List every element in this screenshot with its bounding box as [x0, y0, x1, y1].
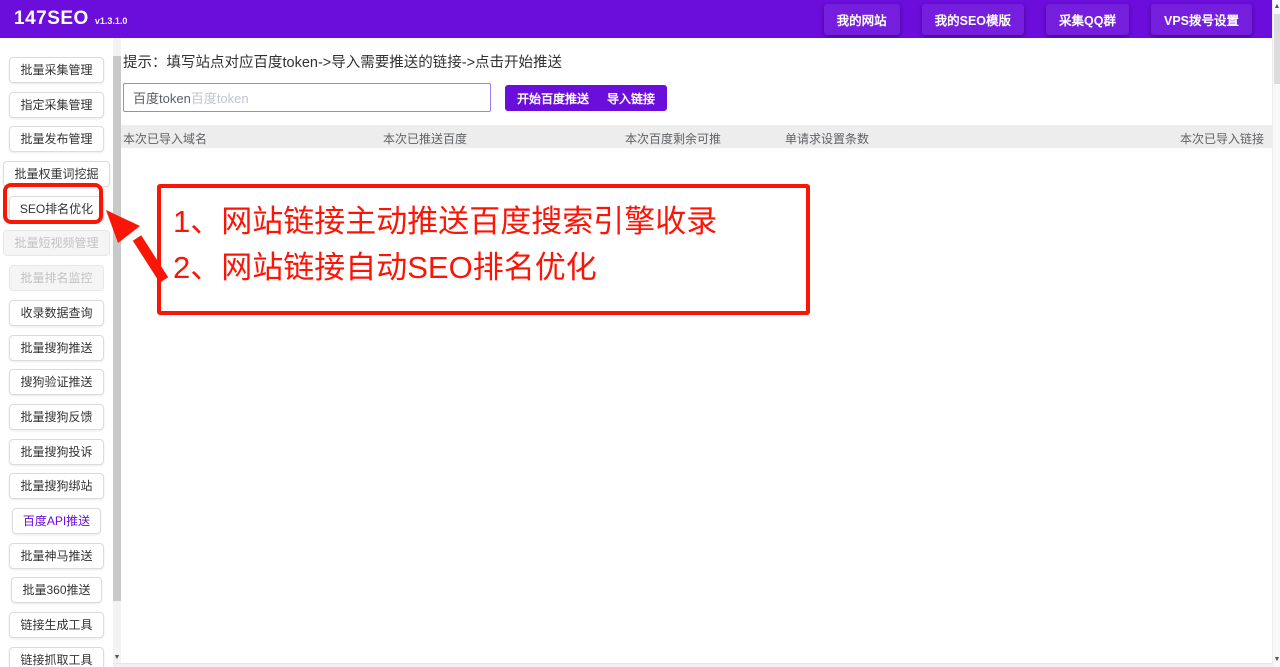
brand-name: 147SEO	[14, 8, 89, 30]
hint-text: 提示：填写站点对应百度token->导入需要推送的链接->点击开始推送	[123, 51, 562, 72]
table-header-col-4: 本次已导入链接	[1180, 130, 1264, 147]
sidebar-item-13[interactable]: 百度API推送	[12, 508, 101, 534]
sidebar-item-15[interactable]: 批量360推送	[11, 577, 101, 603]
window-scroll-up-icon[interactable]: ▲	[1273, 3, 1280, 10]
sidebar-item-10[interactable]: 批量搜狗反馈	[9, 404, 103, 430]
sidebar-item-11[interactable]: 批量搜狗投诉	[9, 439, 103, 465]
sidebar-item-2[interactable]: 批量发布管理	[9, 126, 103, 152]
import-links-button[interactable]: 导入链接	[595, 85, 667, 111]
sidebar-scrollbar-thumb[interactable]	[113, 56, 121, 601]
sidebar-item-8[interactable]: 批量搜狗推送	[9, 335, 103, 361]
table-body-empty	[121, 148, 1272, 667]
sidebar-item-14[interactable]: 批量神马推送	[9, 543, 103, 569]
sidebar-item-7[interactable]: 收录数据查询	[9, 300, 103, 326]
token-input-label: 百度token	[133, 88, 191, 107]
sidebar: 批量采集管理指定采集管理批量发布管理批量权重词挖掘 SEO排名优化批量短视频管理批…	[0, 38, 113, 667]
brand-logo: 147SEO v1.3.1.0	[0, 8, 127, 30]
topbar-menu-item-0[interactable]: 我的网站	[824, 4, 900, 35]
sidebar-item-17[interactable]: 链接抓取工具	[9, 647, 103, 667]
main-content: 提示：填写站点对应百度token->导入需要推送的链接->点击开始推送 百度to…	[121, 38, 1272, 667]
sidebar-item-5: 批量短视频管理	[3, 230, 109, 256]
sidebar-item-3[interactable]: 批量权重词挖掘	[3, 161, 109, 187]
sidebar-item-1[interactable]: 指定采集管理	[9, 92, 103, 118]
topbar-menu: 我的网站我的SEO模版采集QQ群 VPS拨号设置	[824, 4, 1272, 35]
topbar: 147SEO v1.3.1.0 我的网站我的SEO模版采集QQ群 VPS拨号设置	[0, 0, 1272, 38]
window-scrollbar[interactable]: ▲ ▼	[1272, 0, 1280, 667]
topbar-menu-item-2[interactable]: 采集QQ群	[1046, 4, 1129, 35]
table-header-col-0: 本次已导入域名	[123, 130, 207, 147]
topbar-menu-item-3[interactable]: VPS拨号设置	[1151, 4, 1252, 35]
baidu-token-input[interactable]: 百度token百度token	[123, 83, 491, 112]
sidebar-item-6: 批量排名监控	[9, 265, 103, 291]
brand-version: v1.3.1.0	[95, 16, 128, 26]
table-header-col-3: 单请求设置条数	[785, 130, 869, 147]
window-scroll-down-icon[interactable]: ▼	[1273, 656, 1280, 663]
sidebar-item-12[interactable]: 批量搜狗绑站	[9, 473, 103, 499]
sidebar-item-4[interactable]: SEO排名优化	[9, 196, 104, 222]
horizontal-scrollbar[interactable]	[113, 663, 1272, 667]
app-window: 147SEO v1.3.1.0 我的网站我的SEO模版采集QQ群VPS拨号设置 …	[0, 0, 1280, 667]
sidebar-scrollbar[interactable]: ▼	[113, 38, 121, 667]
window-scrollbar-thumb[interactable]	[1274, 14, 1280, 84]
table-header-row: 本次已导入域名 本次已推送百度 本次百度剩余可推 单请求设置条数 本次已导入链接	[121, 125, 1272, 148]
table-header-col-2: 本次百度剩余可推	[625, 130, 721, 147]
sidebar-item-16[interactable]: 链接生成工具	[9, 612, 103, 638]
sidebar-scroll-down-icon[interactable]: ▼	[113, 654, 121, 661]
sidebar-item-0[interactable]: 批量采集管理	[9, 57, 103, 83]
topbar-menu-item-1[interactable]: 我的SEO模版	[922, 4, 1024, 35]
token-input-placeholder: 百度token	[191, 88, 249, 107]
table-header-col-1: 本次已推送百度	[383, 130, 467, 147]
sidebar-item-9[interactable]: 搜狗验证推送	[9, 369, 103, 395]
start-baidu-push-button[interactable]: 开始百度推送	[505, 85, 601, 111]
